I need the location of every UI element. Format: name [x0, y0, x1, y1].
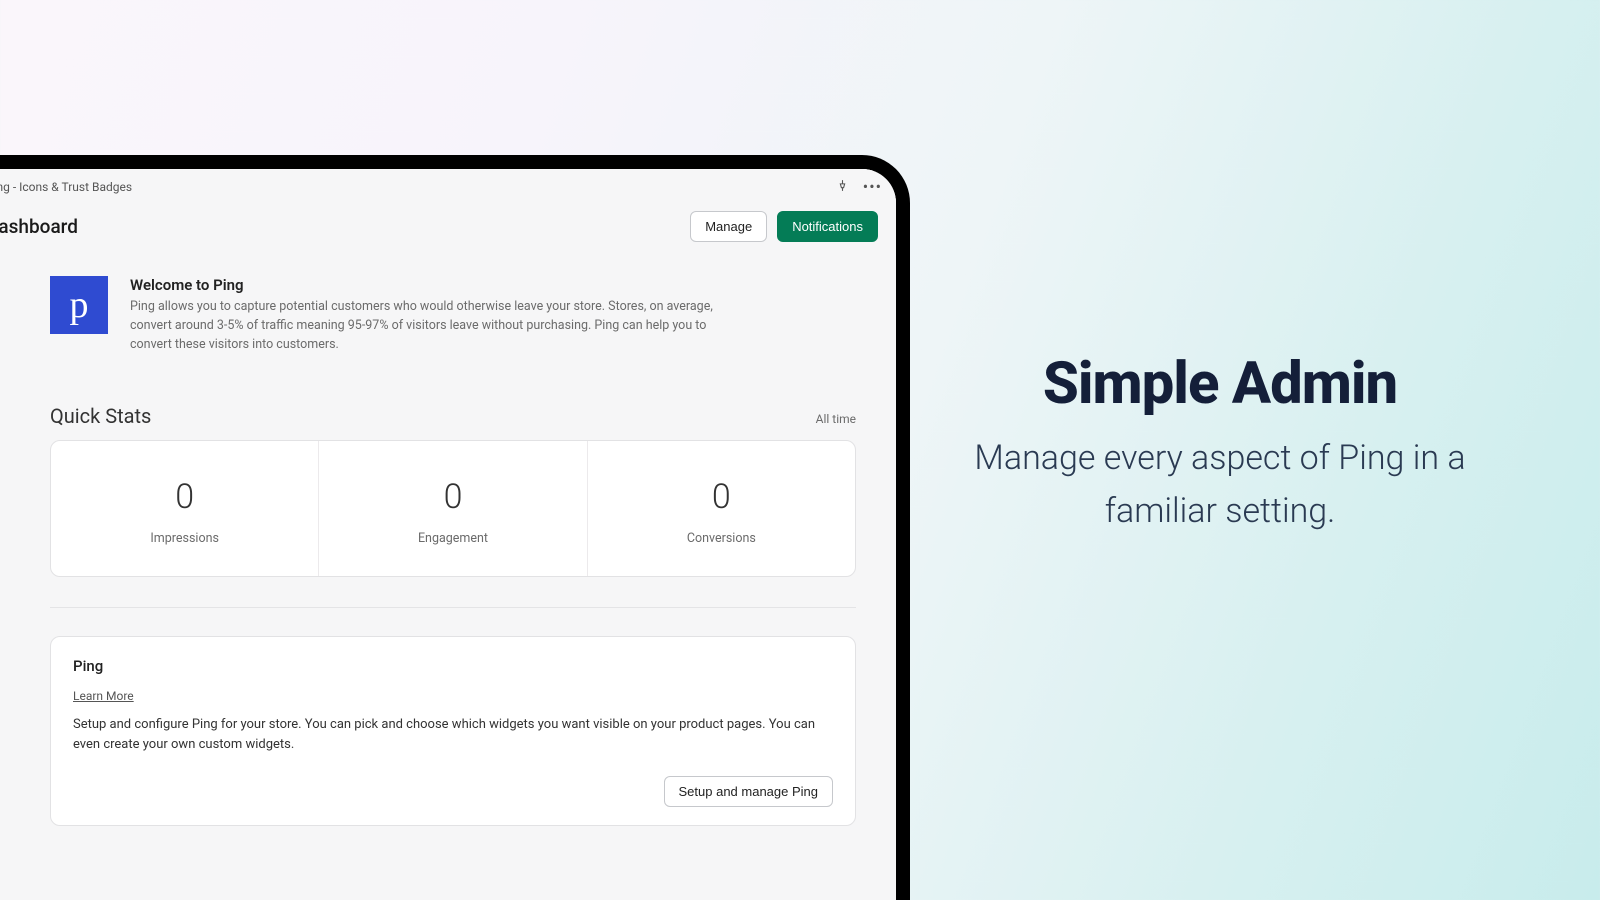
stat-label: Impressions	[61, 531, 308, 546]
app-window: Ping - Icons & Trust Badges ••• Dashboar…	[0, 169, 896, 900]
promo-subtitle: Manage every aspect of Ping in a familia…	[950, 432, 1490, 537]
stat-value: 0	[598, 477, 845, 517]
stat-conversions: 0 Conversions	[588, 441, 855, 576]
notifications-button[interactable]: Notifications	[777, 211, 878, 242]
stats-header: Quick Stats All time	[50, 404, 856, 428]
welcome-body: Ping allows you to capture potential cus…	[130, 298, 750, 354]
learn-more-link[interactable]: Learn More	[73, 689, 134, 703]
stat-value: 0	[61, 477, 308, 517]
card-description: Setup and configure Ping for your store.…	[73, 715, 833, 755]
stat-impressions: 0 Impressions	[51, 441, 319, 576]
welcome-section: p Welcome to Ping Ping allows you to cap…	[50, 276, 856, 354]
topbar: Ping - Icons & Trust Badges •••	[0, 169, 896, 205]
promo-title: Simple Admin	[950, 350, 1490, 418]
promo-text: Simple Admin Manage every aspect of Ping…	[950, 350, 1490, 537]
stats-scope: All time	[816, 412, 856, 426]
device-frame: Ping - Icons & Trust Badges ••• Dashboar…	[0, 155, 910, 900]
page-header: Dashboard Manage Notifications	[0, 205, 896, 252]
stats-grid: 0 Impressions 0 Engagement 0 Conversions	[50, 440, 856, 577]
manage-button[interactable]: Manage	[690, 211, 767, 242]
ping-setup-card: Ping Learn More Setup and configure Ping…	[50, 636, 856, 825]
divider	[50, 607, 856, 608]
pin-icon[interactable]	[836, 179, 849, 195]
setup-manage-ping-button[interactable]: Setup and manage Ping	[664, 776, 834, 807]
welcome-title: Welcome to Ping	[130, 276, 750, 294]
more-icon[interactable]: •••	[863, 179, 882, 195]
stat-label: Conversions	[598, 531, 845, 546]
stat-value: 0	[329, 477, 576, 517]
app-name: Ping - Icons & Trust Badges	[0, 180, 132, 194]
stats-title: Quick Stats	[50, 404, 151, 428]
card-title: Ping	[73, 657, 833, 675]
stat-label: Engagement	[329, 531, 576, 546]
page-title: Dashboard	[0, 215, 78, 238]
ping-logo-icon: p	[50, 276, 108, 334]
stat-engagement: 0 Engagement	[319, 441, 587, 576]
